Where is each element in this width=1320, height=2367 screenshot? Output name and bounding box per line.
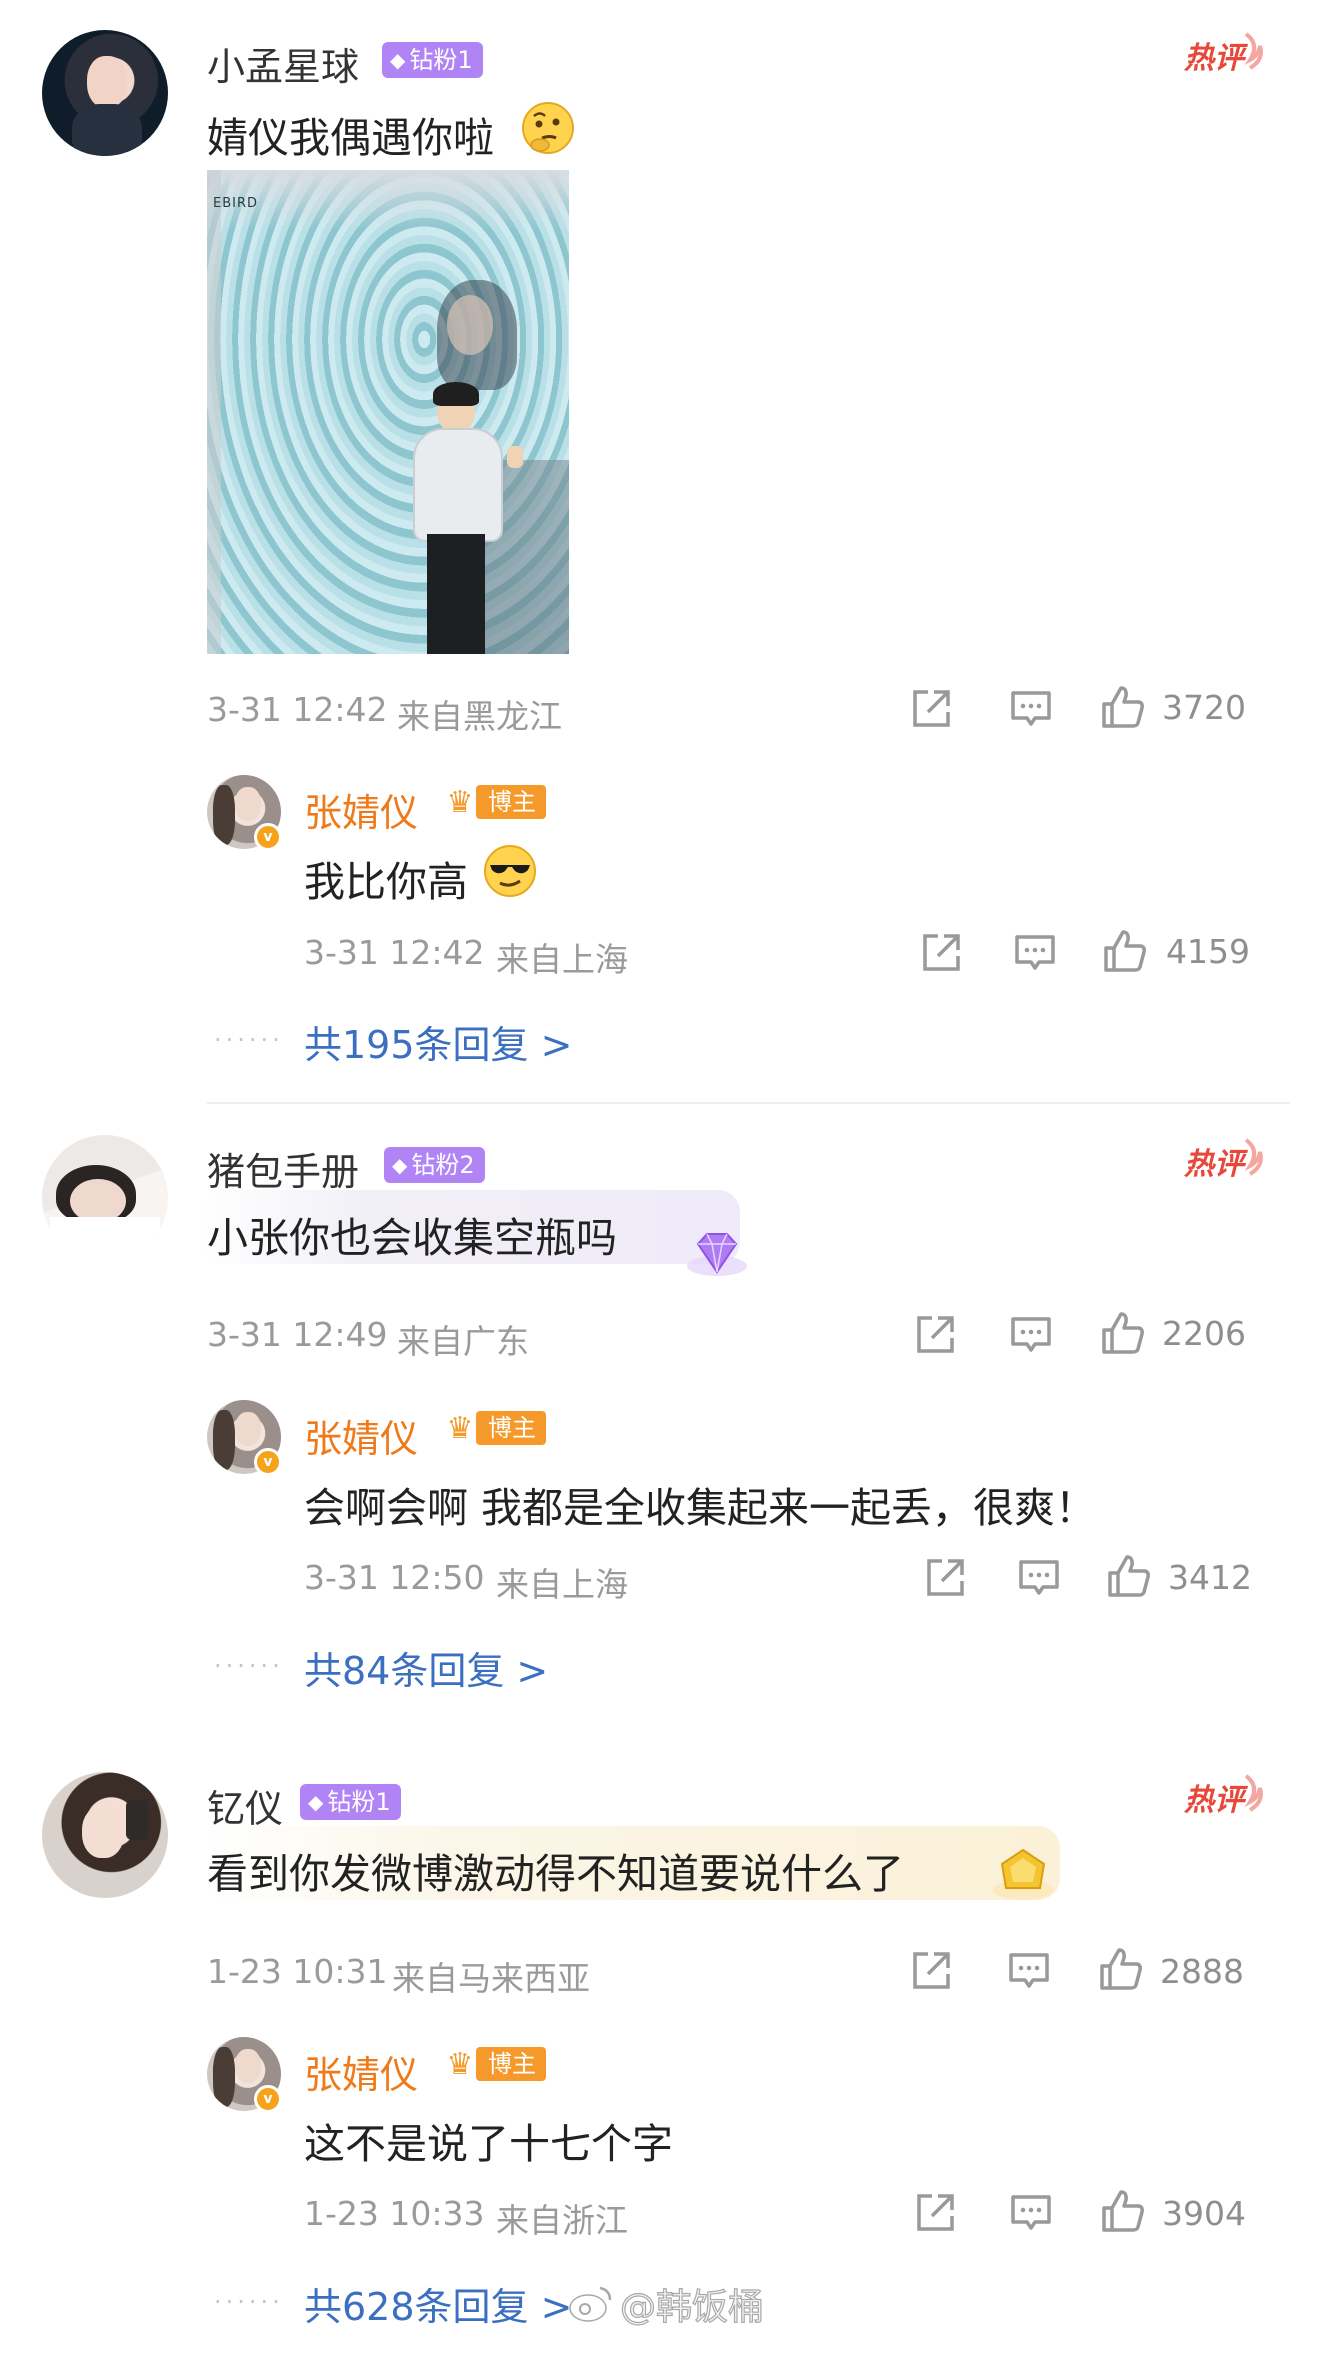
comment-icon[interactable]: [1012, 930, 1058, 976]
comment-location: 来自黑龙江: [397, 697, 562, 736]
emoji-sunglasses-icon: [482, 843, 538, 899]
like-count: 4159: [1166, 932, 1250, 971]
fan-badge: ◆ 钻粉1: [382, 42, 483, 78]
comment-icon[interactable]: [1006, 1948, 1052, 1994]
like-icon[interactable]: [1098, 2186, 1148, 2236]
comment-location: 来自广东: [397, 1322, 529, 1361]
reply-text: 会啊会啊 我都是全收集起来一起丢，很爽！: [304, 1484, 1097, 1532]
comment-text: 婧仪我偶遇你啦: [207, 114, 494, 162]
svg-text:热评: 热评: [1183, 1147, 1249, 1182]
reply-location: 来自浙江: [496, 2201, 628, 2240]
reply-username[interactable]: 张婧仪: [304, 782, 418, 837]
reply-text: 这不是说了十七个字: [304, 2120, 673, 2168]
like-icon[interactable]: [1096, 1944, 1146, 1994]
like-count: 3904: [1162, 2194, 1246, 2233]
reply-location: 来自上海: [496, 940, 628, 979]
dots-divider: ······: [214, 1652, 284, 1680]
avatar[interactable]: [42, 30, 168, 156]
like-count: 2206: [1162, 1314, 1246, 1353]
comment-time: 1-23 10:31: [207, 1952, 388, 1991]
comment-time: 3-31 12:49: [207, 1315, 388, 1354]
comment-time: 3-31 12:42: [207, 690, 388, 729]
crown-icon: ♛: [446, 784, 474, 820]
verified-badge-icon: v: [254, 2085, 282, 2113]
crown-icon: ♛: [446, 1410, 474, 1446]
like-icon[interactable]: [1098, 1308, 1148, 1358]
diamond-icon: [684, 1226, 750, 1282]
comment-icon[interactable]: [1008, 686, 1054, 732]
username[interactable]: 猪包手册: [207, 1141, 359, 1196]
fan-badge: ◆ 钻粉2: [384, 1147, 485, 1183]
owner-badge: ♛ 博主: [438, 784, 546, 820]
share-icon[interactable]: [922, 1555, 968, 1601]
comment-text: 看到你发微博激动得不知道要说什么了: [207, 1850, 904, 1898]
view-replies-link[interactable]: 共195条回复 >: [304, 1014, 572, 1069]
watermark-text: @韩饭桶: [619, 2286, 765, 2328]
like-icon[interactable]: [1100, 926, 1150, 976]
verified-badge-icon: v: [254, 1448, 282, 1476]
reply-time: 3-31 12:50: [304, 1558, 485, 1597]
reply-username[interactable]: 张婧仪: [304, 1408, 418, 1463]
share-icon[interactable]: [908, 1948, 954, 1994]
emoji-thinking-icon: [520, 100, 576, 156]
hot-comment-icon: 热评: [1180, 1770, 1270, 1820]
username[interactable]: 小孟星球: [207, 36, 359, 91]
svg-text:热评: 热评: [1183, 41, 1249, 76]
username[interactable]: 钇仪: [207, 1778, 283, 1833]
like-icon[interactable]: [1098, 682, 1148, 732]
dots-divider: ······: [214, 2288, 284, 2316]
share-icon[interactable]: [908, 686, 954, 732]
weibo-logo-icon: [568, 2286, 612, 2323]
verified-badge-icon: v: [254, 823, 282, 851]
avatar[interactable]: [42, 1772, 168, 1898]
diamond-icon: ◆: [308, 1790, 324, 1814]
share-icon[interactable]: [918, 930, 964, 976]
like-count: 2888: [1160, 1952, 1244, 1991]
like-count: 3720: [1162, 688, 1246, 727]
comment-photo[interactable]: EBIRD: [207, 170, 569, 654]
comment-text: 小张你也会收集空瓶吗: [207, 1214, 617, 1262]
hot-comment-icon: 热评: [1180, 1134, 1270, 1184]
like-icon[interactable]: [1104, 1551, 1154, 1601]
share-icon[interactable]: [912, 2190, 958, 2236]
comment-icon[interactable]: [1008, 1312, 1054, 1358]
dots-divider: ······: [214, 1026, 284, 1054]
reply-time: 1-23 10:33: [304, 2194, 485, 2233]
like-count: 3412: [1168, 1558, 1252, 1597]
comment-icon[interactable]: [1016, 1555, 1062, 1601]
share-icon[interactable]: [912, 1312, 958, 1358]
reply-text: 我比你高: [304, 858, 468, 906]
diamond-icon: ◆: [392, 1153, 408, 1177]
fan-badge: ◆ 钻粉1: [300, 1784, 401, 1820]
svg-text:热评: 热评: [1183, 1783, 1249, 1818]
owner-badge: ♛ 博主: [438, 1410, 546, 1446]
comment-location: 来自马来西亚: [392, 1959, 590, 1998]
reply-time: 3-31 12:42: [304, 933, 485, 972]
watermark: @韩饭桶: [568, 2278, 765, 2330]
comment-icon[interactable]: [1008, 2190, 1054, 2236]
divider: [207, 1102, 1290, 1104]
reply-location: 来自上海: [496, 1565, 628, 1604]
owner-badge: ♛ 博主: [438, 2046, 546, 2082]
crown-icon: ♛: [446, 2046, 474, 2082]
reply-username[interactable]: 张婧仪: [304, 2044, 418, 2099]
diamond-icon: ◆: [390, 48, 406, 72]
hot-comment-icon: 热评: [1180, 28, 1270, 78]
gold-badge-icon: [990, 1844, 1056, 1904]
view-replies-link[interactable]: 共628条回复 >: [304, 2276, 572, 2331]
view-replies-link[interactable]: 共84条回复 >: [304, 1640, 548, 1695]
avatar[interactable]: [42, 1135, 168, 1261]
